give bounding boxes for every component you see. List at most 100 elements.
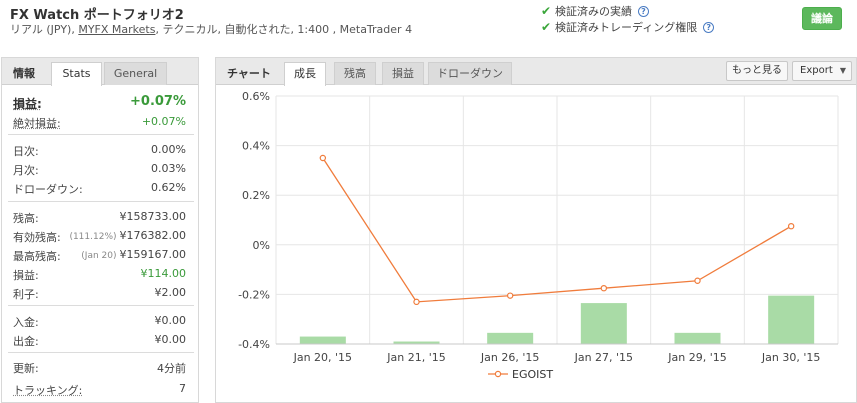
equity-note: (111.12%) <box>69 232 117 242</box>
equity-value: ¥176382.00 <box>119 229 186 242</box>
equity-row: 有効残高: (111.12%) ¥176382.00 <box>2 227 198 245</box>
bar <box>487 332 534 344</box>
tab-general[interactable]: General <box>104 62 167 85</box>
chart-panel-label: チャート <box>227 67 271 80</box>
drawdown-row: ドローダウン: 0.62% <box>2 179 198 197</box>
subtitle-prefix: リアル (JPY), <box>10 23 79 36</box>
x-tick-label: Jan 27, '15 <box>574 351 633 364</box>
x-tick-label: Jan 30, '15 <box>761 351 820 364</box>
legend-label: EGOIST <box>512 368 553 381</box>
data-point <box>600 284 608 292</box>
abs-gain-value: +0.07% <box>141 115 186 128</box>
highest-row: 最高残高: (Jan 20) ¥159167.00 <box>2 246 198 264</box>
tracking-label[interactable]: トラッキング: <box>13 382 82 398</box>
export-select[interactable]: Export ▼ <box>792 61 852 81</box>
tab-growth[interactable]: 成長 <box>284 62 326 86</box>
verified-trading-label: 検証済みトレーディング権限 <box>555 21 698 34</box>
divider <box>8 201 194 202</box>
daily-value: 0.00% <box>151 143 186 156</box>
stats-panel-label: 情報 <box>13 67 35 80</box>
chevron-down-icon: ▼ <box>839 66 846 75</box>
verified-track-label: 検証済みの実績 <box>555 5 632 18</box>
tab-profit[interactable]: 損益 <box>382 62 424 85</box>
monthly-label: 月次: <box>13 164 39 177</box>
discuss-button[interactable]: 議論 <box>802 7 842 30</box>
bar <box>674 332 721 344</box>
highest-note: (Jan 20) <box>81 251 117 261</box>
legend-marker <box>494 370 502 378</box>
x-tick-label: Jan 21, '15 <box>386 351 445 364</box>
balance-row: 残高: ¥158733.00 <box>2 208 198 226</box>
more-button[interactable]: もっと見る <box>726 61 788 81</box>
interest-row: 利子: ¥2.00 <box>2 284 198 302</box>
gain-value: +0.07% <box>130 94 186 109</box>
check-icon: ✔ <box>541 4 552 18</box>
abs-gain-row: 絶対損益: +0.07% <box>2 113 198 131</box>
deposits-label: 入金: <box>13 316 39 329</box>
check-icon: ✔ <box>541 20 552 34</box>
system-subtitle: リアル (JPY), MYFX Markets, テクニカル, 自動化された, … <box>10 21 412 37</box>
y-tick-label: 0.2% <box>242 189 270 202</box>
help-icon[interactable]: ? <box>638 5 649 17</box>
highest-label: 最高残高: <box>13 250 61 263</box>
balance-value: ¥158733.00 <box>119 210 186 223</box>
broker-link[interactable]: MYFX Markets <box>78 23 155 36</box>
withdrawals-label: 出金: <box>13 335 39 348</box>
profit-value: ¥114.00 <box>140 267 187 280</box>
y-tick-label: 0% <box>253 239 270 252</box>
tracking-row: トラッキング: 7 <box>2 380 198 398</box>
updated-value: 4分前 <box>157 362 186 375</box>
daily-label: 日次: <box>13 145 39 158</box>
chart-panel: チャート 成長 残高 損益 ドローダウン もっと見る Export ▼ 0.6%… <box>215 57 857 403</box>
abs-gain-label[interactable]: 絶対損益: <box>13 115 61 131</box>
updated-label: 更新: <box>13 362 39 375</box>
x-tick-label: Jan 20, '15 <box>293 351 352 364</box>
divider <box>8 352 194 353</box>
data-point <box>319 154 327 162</box>
gain-row: 損益: +0.07% <box>2 94 198 112</box>
stats-panel: 情報 Stats General 損益: +0.07% 絶対損益: +0.07%… <box>1 57 199 403</box>
tab-balance[interactable]: 残高 <box>334 62 376 85</box>
monthly-row: 月次: 0.03% <box>2 160 198 178</box>
tab-stats[interactable]: Stats <box>51 62 102 86</box>
growth-chart: 0.6% 0.4% 0.2% 0% -0.2% -0.4% Jan 20, '15 Jan 2… <box>238 90 839 381</box>
withdrawals-row: 出金: ¥0.00 <box>2 331 198 349</box>
highest-value: ¥159167.00 <box>119 248 186 261</box>
stats-tab-bar: 情報 Stats General <box>2 58 198 86</box>
y-tick-label: 0.6% <box>242 90 270 103</box>
bar <box>768 295 815 344</box>
daily-row: 日次: 0.00% <box>2 141 198 159</box>
y-tick-label: -0.2% <box>238 288 270 301</box>
balance-label: 残高: <box>13 212 39 225</box>
drawdown-label: ドローダウン: <box>13 183 83 196</box>
withdrawals-value: ¥0.00 <box>154 333 187 346</box>
data-point <box>506 292 514 299</box>
verified-track-record: ✔ 検証済みの実績 ? <box>541 3 649 19</box>
monthly-value: 0.03% <box>151 162 186 175</box>
chart-tab-bar: チャート 成長 残高 損益 ドローダウン もっと見る Export ▼ <box>216 58 856 86</box>
tab-drawdown[interactable]: ドローダウン <box>428 62 512 85</box>
drawdown-value: 0.62% <box>151 181 186 194</box>
profit-row: 損益: ¥114.00 <box>2 265 198 283</box>
y-tick-label: -0.4% <box>238 338 270 351</box>
gain-label[interactable]: 損益: <box>13 95 42 112</box>
tracking-value: 7 <box>179 382 186 395</box>
y-tick-label: 0.4% <box>242 140 270 153</box>
equity-label: 有効残高: <box>13 231 61 244</box>
x-tick-label: Jan 29, '15 <box>667 351 726 364</box>
bar <box>299 336 346 344</box>
verified-trading-privileges: ✔ 検証済みトレーディング権限 ? <box>541 19 715 35</box>
updated-row: 更新: 4分前 <box>2 358 198 376</box>
profit-label: 損益: <box>13 269 39 282</box>
help-icon[interactable]: ? <box>703 21 715 33</box>
system-header: FX Watch ポートフォリオ2 リアル (JPY), MYFX Market… <box>0 0 857 48</box>
bar <box>580 303 627 344</box>
interest-label: 利子: <box>13 288 39 301</box>
interest-value: ¥2.00 <box>154 286 187 299</box>
deposits-value: ¥0.00 <box>154 314 187 327</box>
x-tick-label: Jan 26, '15 <box>480 351 539 364</box>
divider <box>8 134 194 135</box>
data-point <box>694 277 701 284</box>
divider <box>8 305 194 306</box>
subtitle-suffix: , テクニカル, 自動化された, 1:400 , MetaTrader 4 <box>155 23 413 36</box>
